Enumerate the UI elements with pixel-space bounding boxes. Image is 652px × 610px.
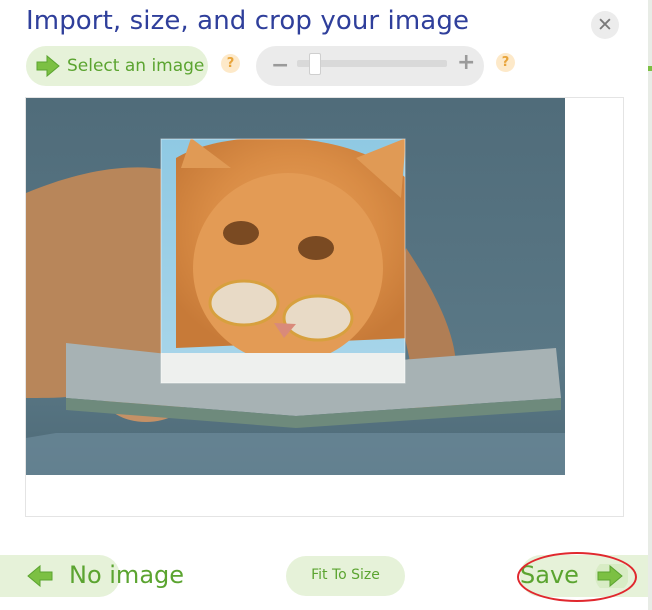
zoom-out-button[interactable]: − (271, 53, 289, 78)
select-image-button[interactable]: Select an image (26, 46, 208, 86)
dialog-title: Import, size, and crop your image (26, 6, 470, 36)
select-image-label: Select an image (67, 56, 205, 76)
fit-to-size-label: Fit To Size (311, 567, 380, 583)
no-image-label: No image (69, 561, 185, 589)
arrow-right-icon (588, 559, 629, 593)
save-label: Save (520, 561, 579, 589)
zoom-control: − + (256, 46, 484, 86)
help-icon[interactable]: ? (496, 53, 515, 72)
zoom-slider-thumb[interactable] (309, 53, 321, 75)
arrow-right-icon (35, 54, 61, 82)
fit-to-size-button[interactable]: Fit To Size (286, 556, 405, 596)
help-icon[interactable]: ? (221, 54, 240, 73)
edge-accent (648, 66, 652, 71)
close-button[interactable]: ✕ (591, 11, 619, 39)
zoom-in-button[interactable]: + (457, 50, 475, 75)
close-icon: ✕ (597, 14, 613, 36)
arrow-left-icon (26, 564, 54, 592)
dialog-edge (648, 0, 652, 610)
image-import-dialog: Import, size, and crop your image ✕ Sele… (0, 0, 652, 610)
cat-photo[interactable] (26, 98, 565, 475)
